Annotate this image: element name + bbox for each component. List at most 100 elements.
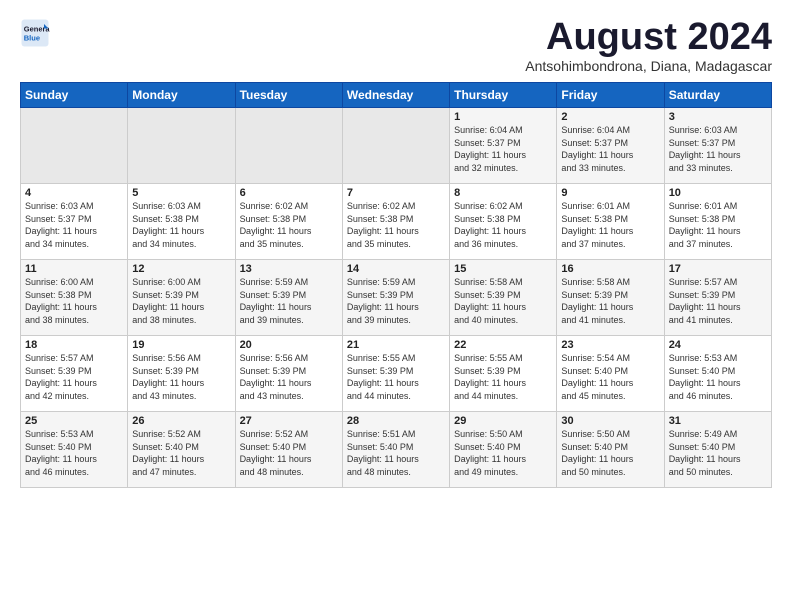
header: General Blue August 2024 Antsohimbondron… <box>20 18 772 74</box>
day-info: Sunrise: 6:01 AM Sunset: 5:38 PM Dayligh… <box>669 200 767 250</box>
calendar-cell: 15Sunrise: 5:58 AM Sunset: 5:39 PM Dayli… <box>450 260 557 336</box>
calendar-cell <box>128 108 235 184</box>
day-info: Sunrise: 5:50 AM Sunset: 5:40 PM Dayligh… <box>561 428 659 478</box>
day-number: 3 <box>669 111 767 123</box>
day-number: 14 <box>347 263 445 275</box>
day-number: 17 <box>669 263 767 275</box>
calendar-week-5: 25Sunrise: 5:53 AM Sunset: 5:40 PM Dayli… <box>21 412 772 488</box>
calendar-week-1: 1Sunrise: 6:04 AM Sunset: 5:37 PM Daylig… <box>21 108 772 184</box>
day-number: 29 <box>454 415 552 427</box>
calendar-cell: 13Sunrise: 5:59 AM Sunset: 5:39 PM Dayli… <box>235 260 342 336</box>
day-info: Sunrise: 5:52 AM Sunset: 5:40 PM Dayligh… <box>240 428 338 478</box>
col-wednesday: Wednesday <box>342 83 449 108</box>
day-info: Sunrise: 5:58 AM Sunset: 5:39 PM Dayligh… <box>454 276 552 326</box>
day-info: Sunrise: 5:53 AM Sunset: 5:40 PM Dayligh… <box>25 428 123 478</box>
calendar-cell: 27Sunrise: 5:52 AM Sunset: 5:40 PM Dayli… <box>235 412 342 488</box>
calendar-cell: 17Sunrise: 5:57 AM Sunset: 5:39 PM Dayli… <box>664 260 771 336</box>
day-info: Sunrise: 5:55 AM Sunset: 5:39 PM Dayligh… <box>347 352 445 402</box>
col-friday: Friday <box>557 83 664 108</box>
day-info: Sunrise: 6:00 AM Sunset: 5:38 PM Dayligh… <box>25 276 123 326</box>
calendar-cell <box>21 108 128 184</box>
calendar-cell: 11Sunrise: 6:00 AM Sunset: 5:38 PM Dayli… <box>21 260 128 336</box>
day-number: 21 <box>347 339 445 351</box>
day-number: 28 <box>347 415 445 427</box>
day-info: Sunrise: 6:02 AM Sunset: 5:38 PM Dayligh… <box>347 200 445 250</box>
day-info: Sunrise: 5:57 AM Sunset: 5:39 PM Dayligh… <box>669 276 767 326</box>
calendar-cell: 10Sunrise: 6:01 AM Sunset: 5:38 PM Dayli… <box>664 184 771 260</box>
calendar-cell: 19Sunrise: 5:56 AM Sunset: 5:39 PM Dayli… <box>128 336 235 412</box>
calendar-cell <box>342 108 449 184</box>
day-number: 9 <box>561 187 659 199</box>
day-info: Sunrise: 6:02 AM Sunset: 5:38 PM Dayligh… <box>454 200 552 250</box>
svg-text:General: General <box>24 25 50 34</box>
calendar-cell: 29Sunrise: 5:50 AM Sunset: 5:40 PM Dayli… <box>450 412 557 488</box>
day-number: 5 <box>132 187 230 199</box>
calendar-cell: 23Sunrise: 5:54 AM Sunset: 5:40 PM Dayli… <box>557 336 664 412</box>
col-thursday: Thursday <box>450 83 557 108</box>
title-block: August 2024 Antsohimbondrona, Diana, Mad… <box>525 18 772 74</box>
day-number: 6 <box>240 187 338 199</box>
calendar-week-4: 18Sunrise: 5:57 AM Sunset: 5:39 PM Dayli… <box>21 336 772 412</box>
calendar-cell: 1Sunrise: 6:04 AM Sunset: 5:37 PM Daylig… <box>450 108 557 184</box>
col-saturday: Saturday <box>664 83 771 108</box>
calendar-week-2: 4Sunrise: 6:03 AM Sunset: 5:37 PM Daylig… <box>21 184 772 260</box>
calendar-cell: 18Sunrise: 5:57 AM Sunset: 5:39 PM Dayli… <box>21 336 128 412</box>
day-info: Sunrise: 6:03 AM Sunset: 5:37 PM Dayligh… <box>669 124 767 174</box>
day-number: 22 <box>454 339 552 351</box>
calendar-cell: 25Sunrise: 5:53 AM Sunset: 5:40 PM Dayli… <box>21 412 128 488</box>
logo: General Blue <box>20 18 50 48</box>
day-number: 10 <box>669 187 767 199</box>
calendar-cell: 24Sunrise: 5:53 AM Sunset: 5:40 PM Dayli… <box>664 336 771 412</box>
day-number: 20 <box>240 339 338 351</box>
calendar-table: Sunday Monday Tuesday Wednesday Thursday… <box>20 82 772 488</box>
day-number: 23 <box>561 339 659 351</box>
day-number: 31 <box>669 415 767 427</box>
calendar-cell: 20Sunrise: 5:56 AM Sunset: 5:39 PM Dayli… <box>235 336 342 412</box>
day-info: Sunrise: 6:02 AM Sunset: 5:38 PM Dayligh… <box>240 200 338 250</box>
day-info: Sunrise: 6:00 AM Sunset: 5:39 PM Dayligh… <box>132 276 230 326</box>
calendar-cell: 8Sunrise: 6:02 AM Sunset: 5:38 PM Daylig… <box>450 184 557 260</box>
month-year-title: August 2024 <box>525 18 772 56</box>
day-info: Sunrise: 5:50 AM Sunset: 5:40 PM Dayligh… <box>454 428 552 478</box>
calendar-cell: 9Sunrise: 6:01 AM Sunset: 5:38 PM Daylig… <box>557 184 664 260</box>
calendar-cell: 6Sunrise: 6:02 AM Sunset: 5:38 PM Daylig… <box>235 184 342 260</box>
day-number: 16 <box>561 263 659 275</box>
day-number: 25 <box>25 415 123 427</box>
calendar-cell: 16Sunrise: 5:58 AM Sunset: 5:39 PM Dayli… <box>557 260 664 336</box>
day-number: 27 <box>240 415 338 427</box>
col-monday: Monday <box>128 83 235 108</box>
calendar-body: 1Sunrise: 6:04 AM Sunset: 5:37 PM Daylig… <box>21 108 772 488</box>
svg-text:Blue: Blue <box>24 34 40 43</box>
calendar-week-3: 11Sunrise: 6:00 AM Sunset: 5:38 PM Dayli… <box>21 260 772 336</box>
calendar-cell: 21Sunrise: 5:55 AM Sunset: 5:39 PM Dayli… <box>342 336 449 412</box>
day-info: Sunrise: 6:04 AM Sunset: 5:37 PM Dayligh… <box>454 124 552 174</box>
calendar-header-row: Sunday Monday Tuesday Wednesday Thursday… <box>21 83 772 108</box>
day-info: Sunrise: 5:53 AM Sunset: 5:40 PM Dayligh… <box>669 352 767 402</box>
day-number: 18 <box>25 339 123 351</box>
logo-icon: General Blue <box>20 18 50 48</box>
day-number: 12 <box>132 263 230 275</box>
day-info: Sunrise: 6:03 AM Sunset: 5:37 PM Dayligh… <box>25 200 123 250</box>
location-subtitle: Antsohimbondrona, Diana, Madagascar <box>525 58 772 74</box>
day-number: 1 <box>454 111 552 123</box>
day-info: Sunrise: 6:04 AM Sunset: 5:37 PM Dayligh… <box>561 124 659 174</box>
day-info: Sunrise: 5:59 AM Sunset: 5:39 PM Dayligh… <box>240 276 338 326</box>
day-number: 15 <box>454 263 552 275</box>
calendar-cell: 28Sunrise: 5:51 AM Sunset: 5:40 PM Dayli… <box>342 412 449 488</box>
day-number: 30 <box>561 415 659 427</box>
day-number: 7 <box>347 187 445 199</box>
calendar-cell: 5Sunrise: 6:03 AM Sunset: 5:38 PM Daylig… <box>128 184 235 260</box>
day-info: Sunrise: 6:01 AM Sunset: 5:38 PM Dayligh… <box>561 200 659 250</box>
day-number: 11 <box>25 263 123 275</box>
calendar-cell: 22Sunrise: 5:55 AM Sunset: 5:39 PM Dayli… <box>450 336 557 412</box>
day-number: 26 <box>132 415 230 427</box>
col-sunday: Sunday <box>21 83 128 108</box>
calendar-cell: 14Sunrise: 5:59 AM Sunset: 5:39 PM Dayli… <box>342 260 449 336</box>
day-info: Sunrise: 5:49 AM Sunset: 5:40 PM Dayligh… <box>669 428 767 478</box>
calendar-cell: 12Sunrise: 6:00 AM Sunset: 5:39 PM Dayli… <box>128 260 235 336</box>
calendar-cell: 4Sunrise: 6:03 AM Sunset: 5:37 PM Daylig… <box>21 184 128 260</box>
day-number: 13 <box>240 263 338 275</box>
calendar-cell: 2Sunrise: 6:04 AM Sunset: 5:37 PM Daylig… <box>557 108 664 184</box>
calendar-cell: 3Sunrise: 6:03 AM Sunset: 5:37 PM Daylig… <box>664 108 771 184</box>
calendar-cell: 30Sunrise: 5:50 AM Sunset: 5:40 PM Dayli… <box>557 412 664 488</box>
